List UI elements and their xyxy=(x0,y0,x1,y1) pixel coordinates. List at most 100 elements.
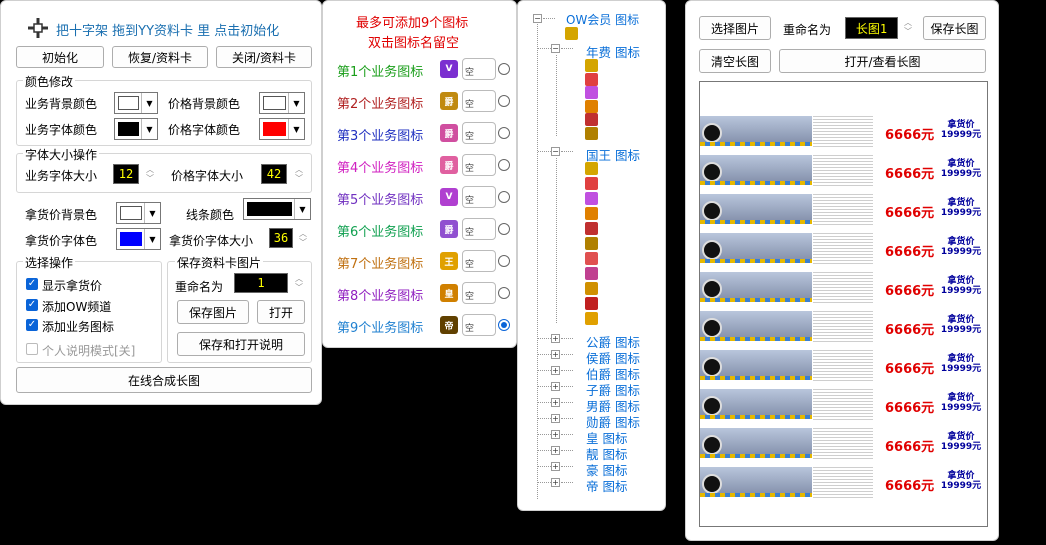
member-icon[interactable] xyxy=(585,192,598,205)
line-color-select[interactable]: ▼ xyxy=(243,198,311,220)
tree-node-toggle[interactable]: + xyxy=(551,414,560,423)
slot-name-box[interactable]: 空 xyxy=(462,154,496,176)
open-view-long-image-button[interactable]: 打开/查看长图 xyxy=(779,49,986,73)
biz-size-stepper[interactable]: ︿ ﹀ xyxy=(144,165,156,183)
slot-radio[interactable] xyxy=(498,255,510,267)
biz-bg-color-select[interactable]: ▼ xyxy=(114,92,158,114)
member-icon[interactable] xyxy=(585,162,598,175)
price-size-stepper[interactable]: ︿ ﹀ xyxy=(293,165,305,183)
slot-label[interactable]: 第7个业务图标 xyxy=(337,253,423,272)
slot-radio[interactable] xyxy=(498,159,510,171)
tree-node-toggle[interactable]: + xyxy=(551,478,560,487)
slot-radio[interactable] xyxy=(498,223,510,235)
price-bg-color-select[interactable]: ▼ xyxy=(259,92,305,114)
slot-icon[interactable]: 王 xyxy=(440,252,458,270)
restore-card-button[interactable]: 恢复/资料卡 xyxy=(112,46,208,68)
biz-font-color-select[interactable]: ▼ xyxy=(114,118,158,140)
tree-node-label[interactable]: 帝 图标 xyxy=(586,476,627,495)
biz-size-input[interactable]: 12 xyxy=(113,164,139,184)
compose-long-image-button[interactable]: 在线合成长图 xyxy=(16,367,312,393)
slot-radio[interactable] xyxy=(498,95,510,107)
personal-mode-checkbox[interactable] xyxy=(26,343,38,355)
member-icon[interactable] xyxy=(585,297,598,310)
slot-icon[interactable]: 爵 xyxy=(440,156,458,174)
slot-radio[interactable] xyxy=(498,319,510,331)
member-icon[interactable] xyxy=(585,72,598,86)
long-rename-input[interactable]: 长图1 xyxy=(845,17,898,39)
tree-node-toggle[interactable]: + xyxy=(551,398,560,407)
slot-radio[interactable] xyxy=(498,287,510,299)
add-ow-checkbox[interactable]: ✓ xyxy=(26,299,38,311)
slot-label[interactable]: 第3个业务图标 xyxy=(337,125,423,144)
member-icon[interactable] xyxy=(585,113,598,126)
member-icon[interactable] xyxy=(585,252,598,265)
rename-input[interactable]: 1 xyxy=(234,273,288,293)
member-icon[interactable] xyxy=(585,267,598,280)
tree-node-toggle[interactable]: − xyxy=(551,44,560,53)
member-icon[interactable] xyxy=(585,126,598,140)
clear-long-image-button[interactable]: 清空长图 xyxy=(699,49,771,73)
slot-name-box[interactable]: 空 xyxy=(462,314,496,336)
ow-vip-icon[interactable] xyxy=(565,27,578,40)
long-rename-stepper[interactable]: ︿ ﹀ xyxy=(902,18,914,36)
slot-radio[interactable] xyxy=(498,191,510,203)
tree-node-toggle[interactable]: + xyxy=(551,334,560,343)
tree-node-toggle[interactable]: + xyxy=(551,462,560,471)
close-card-button[interactable]: 关闭/资料卡 xyxy=(216,46,312,68)
tree-node-toggle[interactable]: − xyxy=(551,147,560,156)
tree-root-label[interactable]: OW会员 图标 xyxy=(566,11,639,28)
slot-name-box[interactable]: 空 xyxy=(462,218,496,240)
tree-node-toggle[interactable]: + xyxy=(551,446,560,455)
pickup-font-color-select[interactable]: ▼ xyxy=(116,228,161,250)
slot-name-box[interactable]: 空 xyxy=(462,90,496,112)
slot-icon[interactable]: 帝 xyxy=(440,316,458,334)
slot-icon[interactable]: V xyxy=(440,60,458,78)
member-icon[interactable] xyxy=(585,99,598,113)
slot-name-box[interactable]: 空 xyxy=(462,282,496,304)
slot-name-box[interactable]: 空 xyxy=(462,122,496,144)
slot-radio[interactable] xyxy=(498,63,510,75)
slot-label[interactable]: 第9个业务图标 xyxy=(337,317,423,336)
member-icon[interactable] xyxy=(585,237,598,250)
slot-name-box[interactable]: 空 xyxy=(462,58,496,80)
show-pickup-checkbox[interactable]: ✓ xyxy=(26,278,38,290)
tree-node-toggle[interactable]: + xyxy=(551,382,560,391)
slot-icon[interactable]: 爵 xyxy=(440,220,458,238)
tree-node-toggle[interactable]: + xyxy=(551,430,560,439)
add-biz-checkbox[interactable]: ✓ xyxy=(26,319,38,331)
slot-name-box[interactable]: 空 xyxy=(462,186,496,208)
member-icon[interactable] xyxy=(585,312,598,325)
open-button[interactable]: 打开 xyxy=(257,300,305,324)
slot-label[interactable]: 第5个业务图标 xyxy=(337,189,423,208)
member-icon[interactable] xyxy=(585,207,598,220)
save-long-image-button[interactable]: 保存长图 xyxy=(923,16,986,40)
init-button[interactable]: 初始化 xyxy=(16,46,104,68)
slot-radio[interactable] xyxy=(498,127,510,139)
tree-node-toggle[interactable]: + xyxy=(551,350,560,359)
rename-stepper[interactable]: ︿ ﹀ xyxy=(293,274,305,292)
slot-icon[interactable]: 爵 xyxy=(440,124,458,142)
price-size-input[interactable]: 42 xyxy=(261,164,287,184)
slot-name-box[interactable]: 空 xyxy=(462,250,496,272)
slot-label[interactable]: 第4个业务图标 xyxy=(337,157,423,176)
slot-label[interactable]: 第8个业务图标 xyxy=(337,285,423,304)
member-icon[interactable] xyxy=(585,282,598,295)
slot-icon[interactable]: V xyxy=(440,188,458,206)
tree-node-toggle[interactable]: + xyxy=(551,366,560,375)
member-icon[interactable] xyxy=(585,86,598,99)
price-font-color-select[interactable]: ▼ xyxy=(259,118,305,140)
slot-icon[interactable]: 爵 xyxy=(440,92,458,110)
save-image-button[interactable]: 保存图片 xyxy=(177,300,249,324)
pickup-bg-color-select[interactable]: ▼ xyxy=(116,202,161,224)
root-collapse-toggle[interactable]: − xyxy=(533,14,542,23)
crosshair-drag-icon[interactable] xyxy=(27,17,49,39)
slot-label[interactable]: 第1个业务图标 xyxy=(337,61,423,80)
pickup-size-stepper[interactable]: ︿ ﹀ xyxy=(297,229,309,247)
slot-label[interactable]: 第6个业务图标 xyxy=(337,221,423,240)
member-icon[interactable] xyxy=(585,177,598,190)
pickup-size-input[interactable]: 36 xyxy=(269,228,293,248)
member-icon[interactable] xyxy=(585,59,598,72)
slot-icon[interactable]: 皇 xyxy=(440,284,458,302)
select-image-button[interactable]: 选择图片 xyxy=(699,16,771,40)
save-open-help-button[interactable]: 保存和打开说明 xyxy=(177,332,305,356)
